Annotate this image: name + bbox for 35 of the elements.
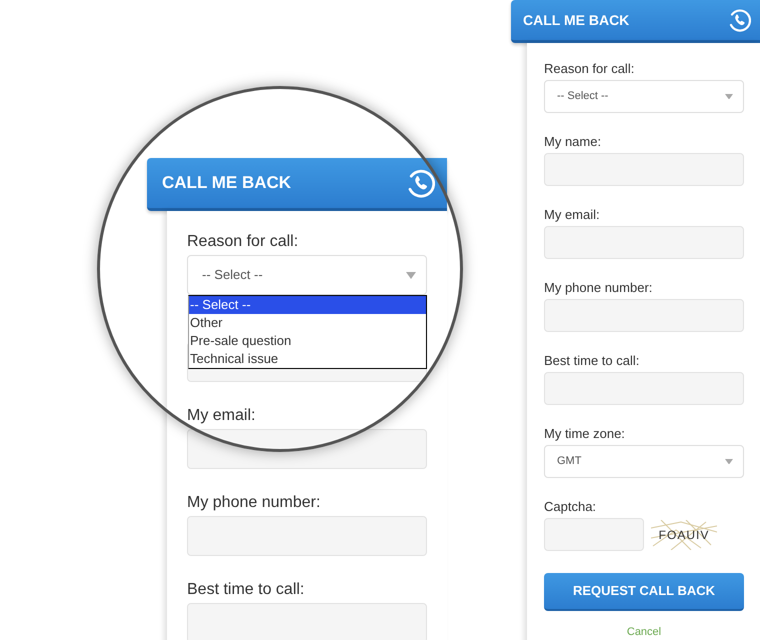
field-label: Reason for call: <box>544 61 636 77</box>
panel-title: CALL ME BACK <box>162 172 292 194</box>
panel-title: CALL ME BACK <box>523 10 630 30</box>
input-field[interactable] <box>544 518 644 551</box>
select-field[interactable]: -- Select -- <box>544 80 744 113</box>
dropdown-option[interactable]: Pre-sale question <box>189 332 426 350</box>
dropdown-option[interactable]: -- Select -- <box>189 296 426 314</box>
field-label: My phone number: <box>187 493 322 513</box>
submit-button[interactable]: REQUEST CALL BACK <box>544 573 744 611</box>
field-label: My time zone: <box>544 426 626 442</box>
caret-icon <box>406 272 416 278</box>
field-label: Best time to call: <box>544 353 640 369</box>
select-field[interactable]: GMT <box>544 445 744 478</box>
field-label: Best time to call: <box>187 580 306 600</box>
captcha-text: FOAUIV <box>658 526 710 544</box>
caret-icon <box>725 94 733 100</box>
input-field[interactable] <box>187 429 427 469</box>
select-field[interactable]: -- Select -- <box>187 255 427 295</box>
input-field[interactable] <box>544 153 744 186</box>
field-label: Captcha: <box>544 499 598 515</box>
input-field[interactable] <box>187 603 427 640</box>
input-field[interactable] <box>544 226 744 259</box>
field-label: My email: <box>544 207 601 223</box>
input-field[interactable] <box>544 299 744 332</box>
dropdown-option[interactable]: Other <box>189 314 426 332</box>
field-label: My name: <box>544 134 602 150</box>
caret-icon <box>725 458 733 464</box>
captcha-noise-drawing <box>651 520 717 550</box>
input-field[interactable] <box>544 372 744 405</box>
field-label: My email: <box>187 406 256 426</box>
dropdown-option[interactable]: Technical issue <box>189 350 426 368</box>
field-label: My phone number: <box>544 280 654 296</box>
phone-icon <box>727 8 751 32</box>
input-field[interactable] <box>187 516 427 556</box>
field-label: Reason for call: <box>187 232 300 252</box>
